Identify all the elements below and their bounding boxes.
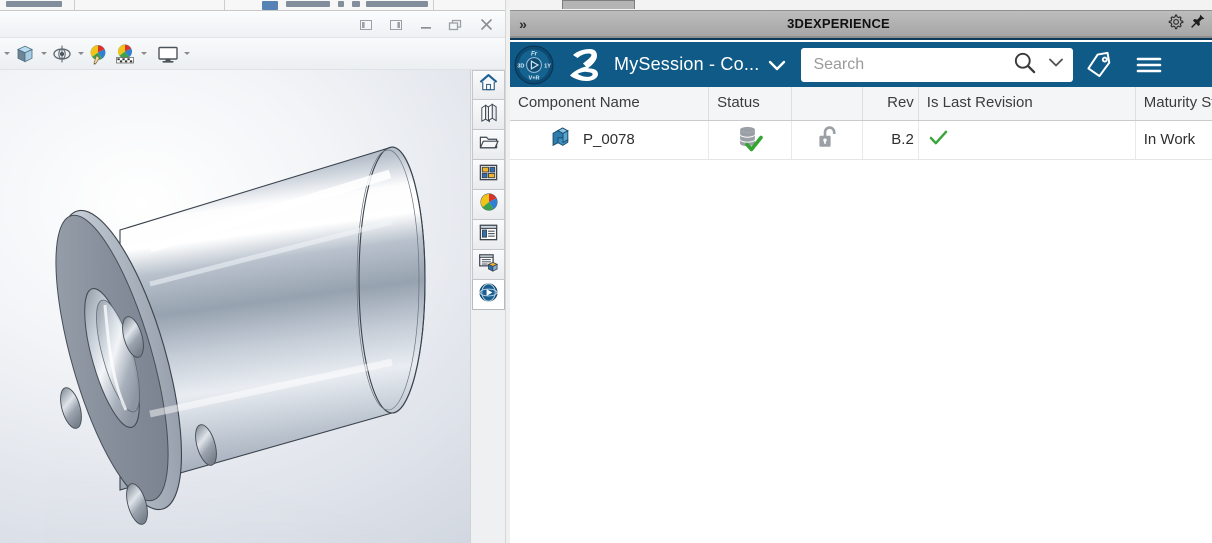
screen-root: » 3DEXPERIENCE Fr 3D 1Y V+R MySession - … xyxy=(0,0,1212,543)
scene-settings-button[interactable] xyxy=(113,42,148,66)
sidebar-item-home[interactable] xyxy=(472,70,505,100)
search-icon[interactable] xyxy=(1012,50,1037,80)
cad-application-pane xyxy=(0,0,510,543)
apply-appearance-button[interactable] xyxy=(87,42,111,66)
column-header-lock[interactable] xyxy=(791,87,863,121)
sidebar-item-3dexperience[interactable] xyxy=(472,280,505,310)
session-title: MySession - Co... xyxy=(614,54,760,74)
close-icon[interactable] xyxy=(478,17,494,33)
scene-palette-icon xyxy=(113,42,137,66)
svg-text:3D: 3D xyxy=(517,63,524,69)
document-window-controls xyxy=(358,11,494,38)
cell-lock[interactable] xyxy=(791,120,863,160)
part-icon xyxy=(550,126,573,153)
svg-text:V+R: V+R xyxy=(528,75,539,81)
sidebar-item-file-explorer[interactable] xyxy=(472,130,505,160)
green-check-icon xyxy=(929,130,948,151)
view-orientation-button[interactable] xyxy=(13,42,48,66)
file-explorer-icon xyxy=(478,132,499,158)
cell-status[interactable] xyxy=(708,120,793,160)
component-name-text: P_0078 xyxy=(583,131,635,148)
pdm-icon xyxy=(478,252,499,278)
svg-text:1Y: 1Y xyxy=(544,63,551,69)
appearances-icon xyxy=(479,192,499,217)
tag-icon[interactable] xyxy=(1073,50,1125,80)
panel-title-underline xyxy=(510,36,1212,40)
search-input[interactable]: Search xyxy=(801,47,1074,82)
task-pane-rail xyxy=(470,70,505,543)
panel-title-icons xyxy=(1167,13,1212,35)
hamburger-menu-icon[interactable] xyxy=(1125,53,1173,77)
flanged-bushing-part xyxy=(44,146,426,543)
sidebar-item-view-palette[interactable] xyxy=(472,160,505,190)
table-header-row: Component Name Status Rev Is Last Revisi… xyxy=(510,87,1212,121)
display-style-caret[interactable] xyxy=(76,42,85,66)
3d-viewport[interactable] xyxy=(0,70,470,543)
hidden-lines-icon xyxy=(50,42,74,66)
svg-text:Fr: Fr xyxy=(531,51,538,57)
restore-icon[interactable] xyxy=(448,17,464,33)
library-icon xyxy=(478,102,499,128)
gear-icon[interactable] xyxy=(1167,13,1184,35)
sidebar-item-design-library[interactable] xyxy=(472,100,505,130)
3dexperience-brandbar: Fr 3D 1Y V+R MySession - Co... Search xyxy=(510,42,1212,87)
sidebar-item-appearances[interactable] xyxy=(472,190,505,220)
cell-is-last-revision[interactable] xyxy=(918,120,1136,160)
sidebar-item-pdm[interactable] xyxy=(472,250,505,280)
appearance-palette-icon xyxy=(87,42,111,66)
view-orientation-leading-caret[interactable] xyxy=(2,42,11,66)
rev-text: B.2 xyxy=(891,131,914,148)
column-header-component-name[interactable]: Component Name xyxy=(510,87,710,121)
cell-rev[interactable]: B.2 xyxy=(862,120,919,160)
panel-right-icon[interactable] xyxy=(388,17,404,33)
database-check-icon xyxy=(736,126,766,156)
clipped-ribbon-strip xyxy=(0,0,510,11)
panel-left-icon[interactable] xyxy=(358,17,374,33)
cell-component-name[interactable]: P_0078 xyxy=(510,120,710,160)
view-palette-icon xyxy=(478,162,499,188)
3dexperience-icon xyxy=(478,282,499,308)
scene-settings-caret[interactable] xyxy=(139,42,148,66)
column-header-maturity-state[interactable]: Maturity State xyxy=(1135,87,1212,121)
display-style-button[interactable] xyxy=(50,42,85,66)
search-dropdown-chevron-down-icon[interactable] xyxy=(1037,55,1065,74)
display-screen-icon xyxy=(156,42,180,66)
view-toolbar xyxy=(0,38,510,70)
chevron-down-icon[interactable] xyxy=(759,57,795,73)
view-mode-caret[interactable] xyxy=(182,42,191,66)
home-icon xyxy=(478,72,499,98)
panel-title: 3DEXPERIENCE xyxy=(787,16,890,31)
components-table[interactable]: Component Name Status Rev Is Last Revisi… xyxy=(510,87,1212,543)
panel-tab-chip[interactable] xyxy=(562,0,635,9)
cube-icon xyxy=(13,42,37,66)
3ds-compass-icon[interactable]: Fr 3D 1Y V+R xyxy=(510,44,558,86)
unlocked-padlock-icon xyxy=(816,125,840,155)
column-header-is-last-revision[interactable]: Is Last Revision xyxy=(918,87,1136,121)
search-placeholder: Search xyxy=(813,55,865,73)
panel-tabstrip xyxy=(510,0,1212,10)
view-mode-button[interactable] xyxy=(156,42,191,66)
3dexperience-panel: » 3DEXPERIENCE Fr 3D 1Y V+R MySession - … xyxy=(510,0,1212,543)
column-header-rev[interactable]: Rev xyxy=(862,87,919,121)
view-orientation-caret[interactable] xyxy=(39,42,48,66)
sidebar-item-custom-properties[interactable] xyxy=(472,220,505,250)
custom-properties-icon xyxy=(478,222,499,248)
3ds-logo-icon xyxy=(558,44,610,86)
minimize-icon[interactable] xyxy=(418,17,434,33)
components-grid: Component Name Status Rev Is Last Revisi… xyxy=(510,87,1212,160)
cell-maturity-state[interactable]: In Work xyxy=(1135,120,1212,160)
column-header-status[interactable]: Status xyxy=(708,87,793,121)
pin-icon[interactable] xyxy=(1190,13,1206,34)
table-row[interactable]: P_0078 B.2 In Work xyxy=(510,120,1212,160)
panel-titlebar: » 3DEXPERIENCE xyxy=(510,10,1212,36)
